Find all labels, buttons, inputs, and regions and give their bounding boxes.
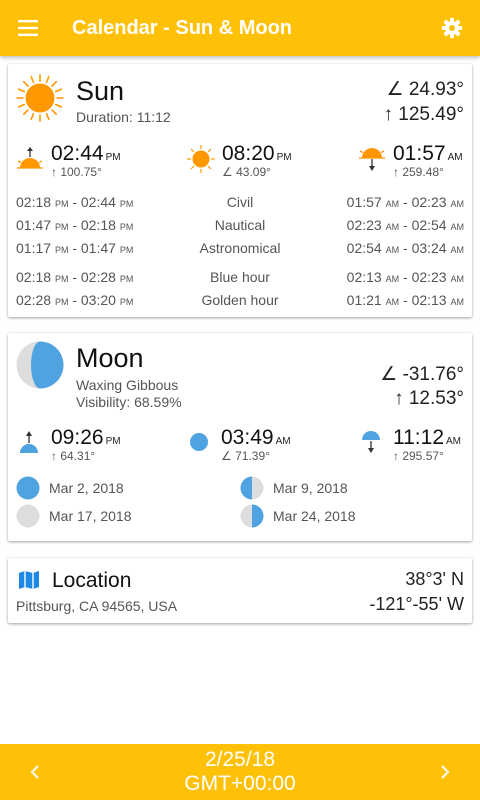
- chevron-left-icon: [30, 765, 39, 779]
- location-card[interactable]: Location Pittsburg, CA 94565, USA 38°3' …: [8, 558, 472, 623]
- twilight-evening-range: 01:57 AM - 02:23 AM: [346, 194, 464, 210]
- sunrise-time: 02:44 PM: [51, 142, 121, 165]
- moon-visibility: Visibility: 68.59%: [76, 394, 182, 410]
- twilight-label: Astronomical: [199, 240, 281, 256]
- sunrise-icon: [17, 147, 43, 169]
- current-date[interactable]: 2/25/18 GMT+00:00: [120, 748, 360, 796]
- sun-noon-time: 08:20 PM: [222, 142, 292, 165]
- twilight-label: Nautical: [214, 217, 266, 233]
- moon-transit-time: 03:49 AM: [221, 426, 291, 449]
- blue-hour-evening-range: 02:13 AM - 02:23 AM: [346, 269, 464, 285]
- sunrise-azimuth: ↑ 100.75°: [51, 165, 102, 179]
- location-address: Pittsburg, CA 94565, USA: [16, 598, 178, 614]
- twilight-label: Civil: [226, 194, 254, 210]
- moonrise-icon: [20, 431, 38, 453]
- sun-duration: Duration: 11:12: [76, 109, 171, 125]
- moon-phase: Waxing Gibbous: [76, 377, 179, 393]
- moon-icon: [16, 341, 64, 389]
- moonset-icon: [362, 431, 380, 453]
- settings-button[interactable]: [424, 0, 480, 56]
- timezone-label: GMT+00:00: [184, 772, 296, 795]
- twilight-morning-range: 02:18 PM - 02:44 PM: [16, 194, 134, 210]
- app-bar: Calendar - Sun & Moon: [0, 0, 480, 56]
- golden-hour-label: Golden hour: [201, 292, 279, 308]
- sun-azimuth: ↑ 125.49°: [383, 104, 465, 125]
- moon-elevation: ∠ -31.76°: [380, 364, 464, 385]
- date-label: 2/25/18: [204, 748, 276, 771]
- first-quarter-date: Mar 24, 2018: [273, 508, 356, 524]
- date-bar: 2/25/18 GMT+00:00: [0, 744, 480, 800]
- new-moon-icon: [16, 504, 40, 528]
- gear-icon: [441, 17, 463, 39]
- new-moon-date: Mar 17, 2018: [49, 508, 132, 524]
- sun-icon: [16, 74, 64, 122]
- sunset-icon: [359, 148, 385, 171]
- blue-hour-label: Blue hour: [210, 269, 270, 285]
- last-quarter-date: Mar 9, 2018: [273, 480, 348, 496]
- sun-card[interactable]: Sun Duration: 11:12 ∠ 24.93° ↑ 125.49° 0…: [8, 64, 472, 317]
- blue-hour-morning-range: 02:18 PM - 02:28 PM: [16, 269, 134, 285]
- first-quarter-moon-icon: [240, 504, 264, 528]
- twilight-evening-range: 02:23 AM - 02:54 AM: [346, 217, 464, 233]
- moonset-time: 11:12 AM: [393, 426, 461, 449]
- previous-day-button[interactable]: [0, 744, 70, 800]
- menu-icon: [18, 20, 38, 36]
- moon-card[interactable]: Moon Waxing Gibbous Visibility: 68.59% ∠…: [8, 333, 472, 541]
- location-title: Location: [52, 569, 132, 592]
- last-quarter-moon-icon: [240, 476, 264, 500]
- location-longitude: -121°-55' W: [369, 594, 464, 614]
- menu-button[interactable]: [0, 0, 56, 56]
- full-moon-icon: [16, 476, 40, 500]
- twilight-morning-range: 01:17 PM - 01:47 PM: [16, 240, 134, 256]
- twilight-morning-range: 01:47 PM - 02:18 PM: [16, 217, 134, 233]
- moonset-azimuth: ↑ 295.57°: [393, 449, 444, 463]
- sun-title: Sun: [76, 76, 125, 106]
- golden-hour-morning-range: 02:28 PM - 03:20 PM: [16, 292, 134, 308]
- twilight-evening-range: 02:54 AM - 03:24 AM: [346, 240, 464, 256]
- moon-title: Moon: [76, 343, 144, 373]
- location-latitude: 38°3' N: [405, 569, 464, 589]
- moonrise-azimuth: ↑ 64.31°: [51, 449, 96, 463]
- sunset-azimuth: ↑ 259.48°: [393, 165, 444, 179]
- moon-azimuth: ↑ 12.53°: [394, 388, 464, 409]
- app-title: Calendar - Sun & Moon: [72, 16, 292, 39]
- golden-hour-evening-range: 01:21 AM - 02:13 AM: [346, 292, 464, 308]
- sun-elevation: ∠ 24.93°: [386, 79, 464, 100]
- moon-transit-icon: [190, 433, 208, 451]
- sunset-time: 01:57 AM: [393, 142, 463, 165]
- next-day-button[interactable]: [410, 744, 480, 800]
- moonrise-time: 09:26 PM: [51, 426, 121, 449]
- sun-noon-elevation: ∠ 43.09°: [222, 165, 271, 179]
- moon-transit-elevation: ∠ 71.39°: [221, 449, 270, 463]
- full-moon-date: Mar 2, 2018: [49, 480, 124, 496]
- chevron-right-icon: [441, 765, 450, 779]
- sun-noon-icon: [187, 145, 215, 173]
- map-icon: [19, 571, 39, 589]
